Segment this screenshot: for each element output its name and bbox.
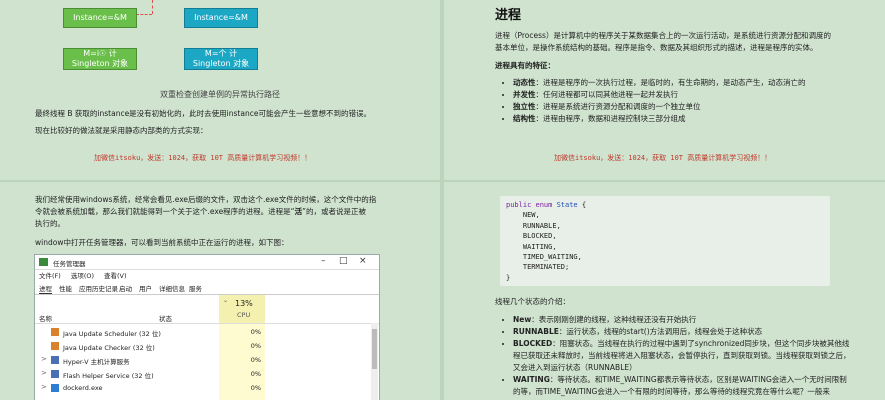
- list-item: New：表示刚刚创建的线程，这种线程还没有开始执行: [513, 314, 853, 326]
- cpu-column-label: CPU: [237, 311, 251, 319]
- menu-options[interactable]: 选项(O): [71, 272, 94, 280]
- process-intro-line-2: 基本单位，是操作系统结构的基础。程序是指令、数据及其组织形式的描述，进程是程序的…: [495, 43, 818, 52]
- column-header-status[interactable]: 状态: [159, 313, 172, 323]
- paragraph-static-inner-class: 现在比较好的做法就是采用静态内部类的方式实现：: [35, 126, 208, 135]
- table-row[interactable]: Java Update Scheduler (32 位) 0%: [35, 325, 379, 339]
- diagram-box-instance-thread-a: Instance=&M: [63, 8, 137, 28]
- tab-performance[interactable]: 性能: [59, 283, 72, 293]
- features-list: 动态性：进程是程序的一次执行过程，是临时的，有生命期的，是动态产生，动态消亡的 …: [495, 77, 885, 125]
- features-heading: 进程具有的特征：: [495, 61, 555, 70]
- list-item: 结构性：进程由程序，数据和进程控制块三部分组成: [513, 113, 885, 125]
- singleton-section: Instance=&M Instance=&M M=i☉ 计 Singleton…: [0, 0, 440, 180]
- service-icon: [51, 356, 59, 364]
- table-row[interactable]: Java Update Checker (32 位) 0%: [35, 339, 379, 353]
- java-icon: [51, 328, 59, 336]
- section-heading-process: 进程: [495, 8, 522, 23]
- minimize-icon[interactable]: –: [321, 256, 326, 266]
- process-section: 进程 进程（Process）是计算机中的程序关于某数据集合上的一次运行活动，是系…: [444, 0, 885, 180]
- paragraph-exe-line-3: 执行的。: [35, 219, 65, 228]
- list-item: 独立性：进程是系统进行资源分配和调度的一个独立单位: [513, 101, 885, 113]
- task-manager-icon: [39, 258, 48, 266]
- tab-processes[interactable]: 进程: [39, 283, 52, 294]
- task-manager-titlebar: 任务管理器 – □ ×: [35, 255, 379, 270]
- service-icon: [51, 370, 59, 378]
- table-row[interactable]: > dockerd.exe 0%: [35, 381, 379, 395]
- column-header-cpu[interactable]: ⌄ 13% CPU: [219, 295, 265, 323]
- docker-icon: [51, 384, 59, 392]
- code-line: WAITING,: [506, 242, 557, 251]
- list-item: 并发性：任何进程都可以同其他进程一起并发执行: [513, 89, 885, 101]
- column-header-name[interactable]: 名称: [39, 313, 52, 323]
- code-line: NEW,: [506, 211, 540, 220]
- cpu-total-percent: 13%: [235, 299, 253, 308]
- paragraph-task-manager-intro: window中打开任务管理器，可以看到当前系统中正在运行的进程，如下图：: [35, 238, 289, 247]
- scrollbar-thumb[interactable]: [372, 329, 377, 369]
- code-line: }: [506, 273, 511, 282]
- tab-services[interactable]: 服务: [189, 283, 202, 293]
- expand-chevron-icon[interactable]: >: [41, 383, 47, 391]
- table-row[interactable]: > Flash Helper Service (32 位) 0%: [35, 367, 379, 381]
- diagram-box-singleton-thread-b: M=个 计 Singleton 对象: [184, 48, 258, 70]
- states-heading: 线程几个状态的介绍：: [495, 297, 570, 306]
- list-item: WAITING：等待状态。和TIME_WAITING都表示等待状态，区别是WAI…: [513, 374, 853, 398]
- promo-text: 加微信itsoku，发送：1024，获取 10T 高质量计算机学习视频！！: [94, 154, 312, 162]
- code-block-state-enum: public enum State { NEW, RUNNABLE, BLOCK…: [500, 196, 830, 286]
- states-list: New：表示刚刚创建的线程，这种线程还没有开始执行 RUNNABLE：运行状态，…: [495, 314, 853, 398]
- task-manager-window: 任务管理器 – □ × 文件(F) 选项(O) 查看(V) 进程 性能 应用历史记录…: [34, 254, 380, 400]
- sort-chevron-icon: ⌄: [223, 297, 229, 304]
- task-manager-title: 任务管理器: [53, 260, 86, 268]
- promo-text: 加微信itsoku，发送：1024，获取 10T 高质量计算机学习视频！！: [554, 154, 772, 162]
- code-line: public enum State {: [506, 201, 587, 209]
- menu-view[interactable]: 查看(V): [104, 272, 127, 280]
- process-intro-line-1: 进程（Process）是计算机中的程序关于某数据集合上的一次运行活动，是系统进行…: [495, 31, 831, 40]
- table-row[interactable]: > Hyper-V 主机计算服务 0%: [35, 353, 379, 367]
- list-item: RUNNABLE：运行状态，线程的start()方法调用后，线程会处于这种状态: [513, 326, 853, 338]
- tab-details[interactable]: 详细信息: [159, 283, 185, 293]
- tab-app-history[interactable]: 应用历史记录: [79, 283, 118, 293]
- thread-state-section: public enum State { NEW, RUNNABLE, BLOCK…: [444, 182, 885, 400]
- paragraph-instance-error: 最终线程 B 获取的instance是没有初始化的，此时去使用instance可…: [35, 109, 371, 118]
- tab-startup[interactable]: 启动: [119, 283, 132, 293]
- diagram-box-instance-thread-b: Instance=&M: [184, 8, 258, 28]
- expand-chevron-icon[interactable]: >: [41, 355, 47, 363]
- code-line: TERMINATED;: [506, 263, 570, 272]
- code-line: RUNNABLE,: [506, 221, 561, 230]
- tab-users[interactable]: 用户: [139, 283, 152, 293]
- task-manager-menubar: 文件(F) 选项(O) 查看(V): [35, 270, 379, 281]
- process-windows-section: 我们经常使用windows系统，经常会看见.exe后缀的文件，双击这个.exe文…: [0, 182, 440, 400]
- java-icon: [51, 342, 59, 350]
- close-icon[interactable]: ×: [359, 256, 367, 266]
- diagram-box-singleton-thread-a: M=i☉ 计 Singleton 对象: [63, 48, 137, 70]
- process-table-header: 名称 状态: [35, 295, 379, 324]
- diagram-dashed-line: [152, 0, 153, 14]
- figure-caption: 双重检查创建单例的异常执行路径: [160, 90, 280, 99]
- menu-file[interactable]: 文件(F): [39, 272, 61, 280]
- list-item: 动态性：进程是程序的一次执行过程，是临时的，有生命期的，是动态产生，动态消亡的: [513, 77, 885, 89]
- paragraph-exe-line-1: 我们经常使用windows系统，经常会看见.exe后缀的文件，双击这个.exe文…: [35, 195, 377, 204]
- list-item: BLOCKED：阻塞状态。当线程在执行的过程中遇到了synchronized同步…: [513, 338, 853, 374]
- diagram-dashed-arrow: [136, 14, 152, 15]
- expand-chevron-icon[interactable]: >: [41, 369, 47, 377]
- task-manager-tabs: 进程 性能 应用历史记录 启动 用户 详细信息 服务: [35, 282, 379, 295]
- paragraph-exe-line-2: 令就会被系统加载，那么我们就能得到一个关于这个.exe程序的进程。进程是“活”的…: [35, 207, 366, 216]
- code-line: TIMED_WAITING,: [506, 253, 582, 262]
- code-line: BLOCKED,: [506, 232, 557, 241]
- maximize-icon[interactable]: □: [339, 256, 348, 266]
- scrollbar[interactable]: [371, 323, 378, 400]
